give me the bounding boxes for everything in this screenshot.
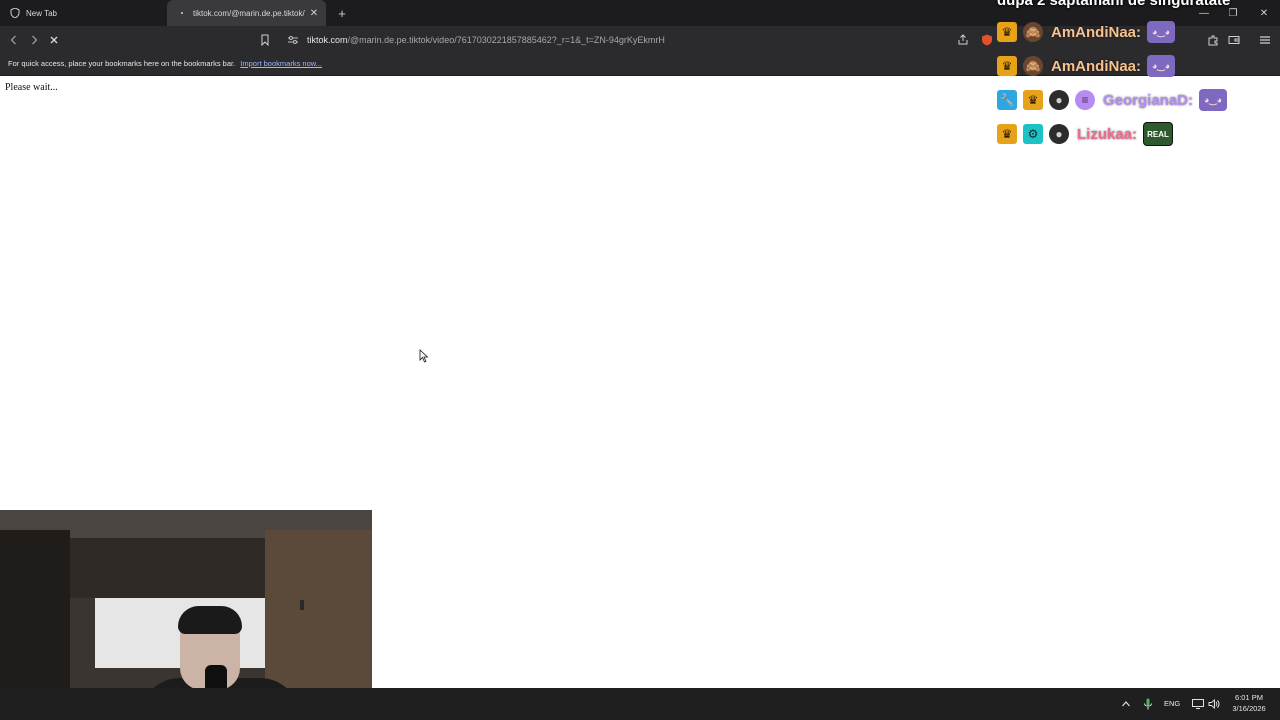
address-bar[interactable]: tiktok.com/@marin.de.pe.tiktok/video/761… (255, 29, 1000, 51)
wallet-icon[interactable] (1226, 32, 1242, 48)
chat-message: ♛ 🙈 AmAndiNaa: ◕‿◕ (997, 53, 1176, 79)
volume-icon[interactable] (1207, 697, 1221, 711)
mouse-cursor-icon (419, 349, 429, 363)
bookmarks-message: For quick access, place your bookmarks h… (8, 59, 322, 68)
forward-button[interactable] (26, 32, 42, 48)
chat-message: ♛ ⚙ ● Lizukaa: REAL (997, 121, 1174, 147)
crown-icon: ♛ (997, 22, 1017, 42)
stop-loading-button[interactable] (46, 32, 62, 48)
chevron-up-icon[interactable] (1119, 697, 1133, 711)
taskbar: ENG 6:01 PM 3/16/2026 (0, 688, 1280, 720)
webcam-shelf (70, 538, 270, 598)
url-host: tiktok.com (307, 35, 348, 45)
monkey-icon: 🙈 (1023, 22, 1043, 42)
close-window-icon[interactable]: ✕ (1257, 6, 1271, 20)
import-bookmarks-link[interactable]: Import bookmarks now... (240, 59, 322, 68)
extensions-icon[interactable] (1205, 32, 1221, 48)
language-indicator[interactable]: ENG (1164, 699, 1180, 708)
share-icon[interactable] (955, 32, 971, 48)
face-emote: ◕‿◕ (1147, 21, 1176, 43)
webcam-person-hair (178, 606, 242, 634)
face-emote: ◕‿◕ (1147, 55, 1176, 77)
tab-title: New Tab (26, 8, 57, 18)
brave-shields-icon[interactable] (979, 32, 995, 48)
back-button[interactable] (6, 32, 22, 48)
sub-icon: ≡ (1075, 90, 1095, 110)
site-info-icon[interactable] (285, 32, 301, 48)
crown-icon: ♛ (1023, 90, 1043, 110)
tab-title: tiktok.com/@marin.de.pe.tiktok/ (193, 8, 305, 18)
chat-username: GeorgianaD: (1103, 91, 1194, 109)
url-path: /@marin.de.pe.tiktok/video/7617030221857… (347, 35, 665, 45)
tab-tiktok[interactable]: tiktok.com/@marin.de.pe.tiktok/ ✕ (167, 0, 326, 26)
webcam-wardrobe-handle (300, 600, 304, 610)
chat-username: AmAndiNaa: (1051, 57, 1142, 75)
overlay-title: dupa 2 saptamani de singuratate (997, 0, 1231, 9)
bookmark-icon[interactable] (257, 32, 273, 48)
chat-message: 🔧 ♛ ● ≡ GeorgianaD: ◕‿◕ (997, 87, 1228, 113)
tab-new-tab[interactable]: New Tab (0, 0, 170, 26)
wrench-icon: 🔧 (997, 90, 1017, 110)
monkey-icon: 🙈 (1023, 56, 1043, 76)
loading-status-text: Please wait... (5, 82, 58, 93)
url-text: tiktok.com/@marin.de.pe.tiktok/video/761… (307, 35, 665, 45)
chat-username: Lizukaa: (1077, 125, 1138, 143)
shield-icon (10, 8, 20, 18)
menu-icon[interactable] (1257, 32, 1273, 48)
network-icon[interactable] (1191, 697, 1205, 711)
clock-time: 6:01 PM (1235, 693, 1263, 702)
loading-icon (177, 8, 187, 18)
close-tab-icon[interactable]: ✕ (308, 7, 320, 19)
new-tab-button[interactable]: + (335, 6, 349, 21)
chat-message: ♛ 🙈 AmAndiNaa: ◕‿◕ (997, 19, 1176, 45)
crown-icon: ♛ (997, 124, 1017, 144)
microphone-icon[interactable] (1141, 697, 1155, 711)
face-emote: ◕‿◕ (1199, 89, 1228, 111)
system-clock[interactable]: 6:01 PM 3/16/2026 (1224, 692, 1274, 714)
gear-icon: ⚙ (1023, 124, 1043, 144)
bookmarks-message-text: For quick access, place your bookmarks h… (8, 59, 236, 68)
real-emote: REAL (1143, 122, 1174, 146)
crown-icon: ♛ (997, 56, 1017, 76)
chat-username: AmAndiNaa: (1051, 23, 1142, 41)
ninja-icon: ● (1049, 90, 1069, 110)
clock-date: 3/16/2026 (1232, 704, 1266, 713)
ninja-icon: ● (1049, 124, 1069, 144)
